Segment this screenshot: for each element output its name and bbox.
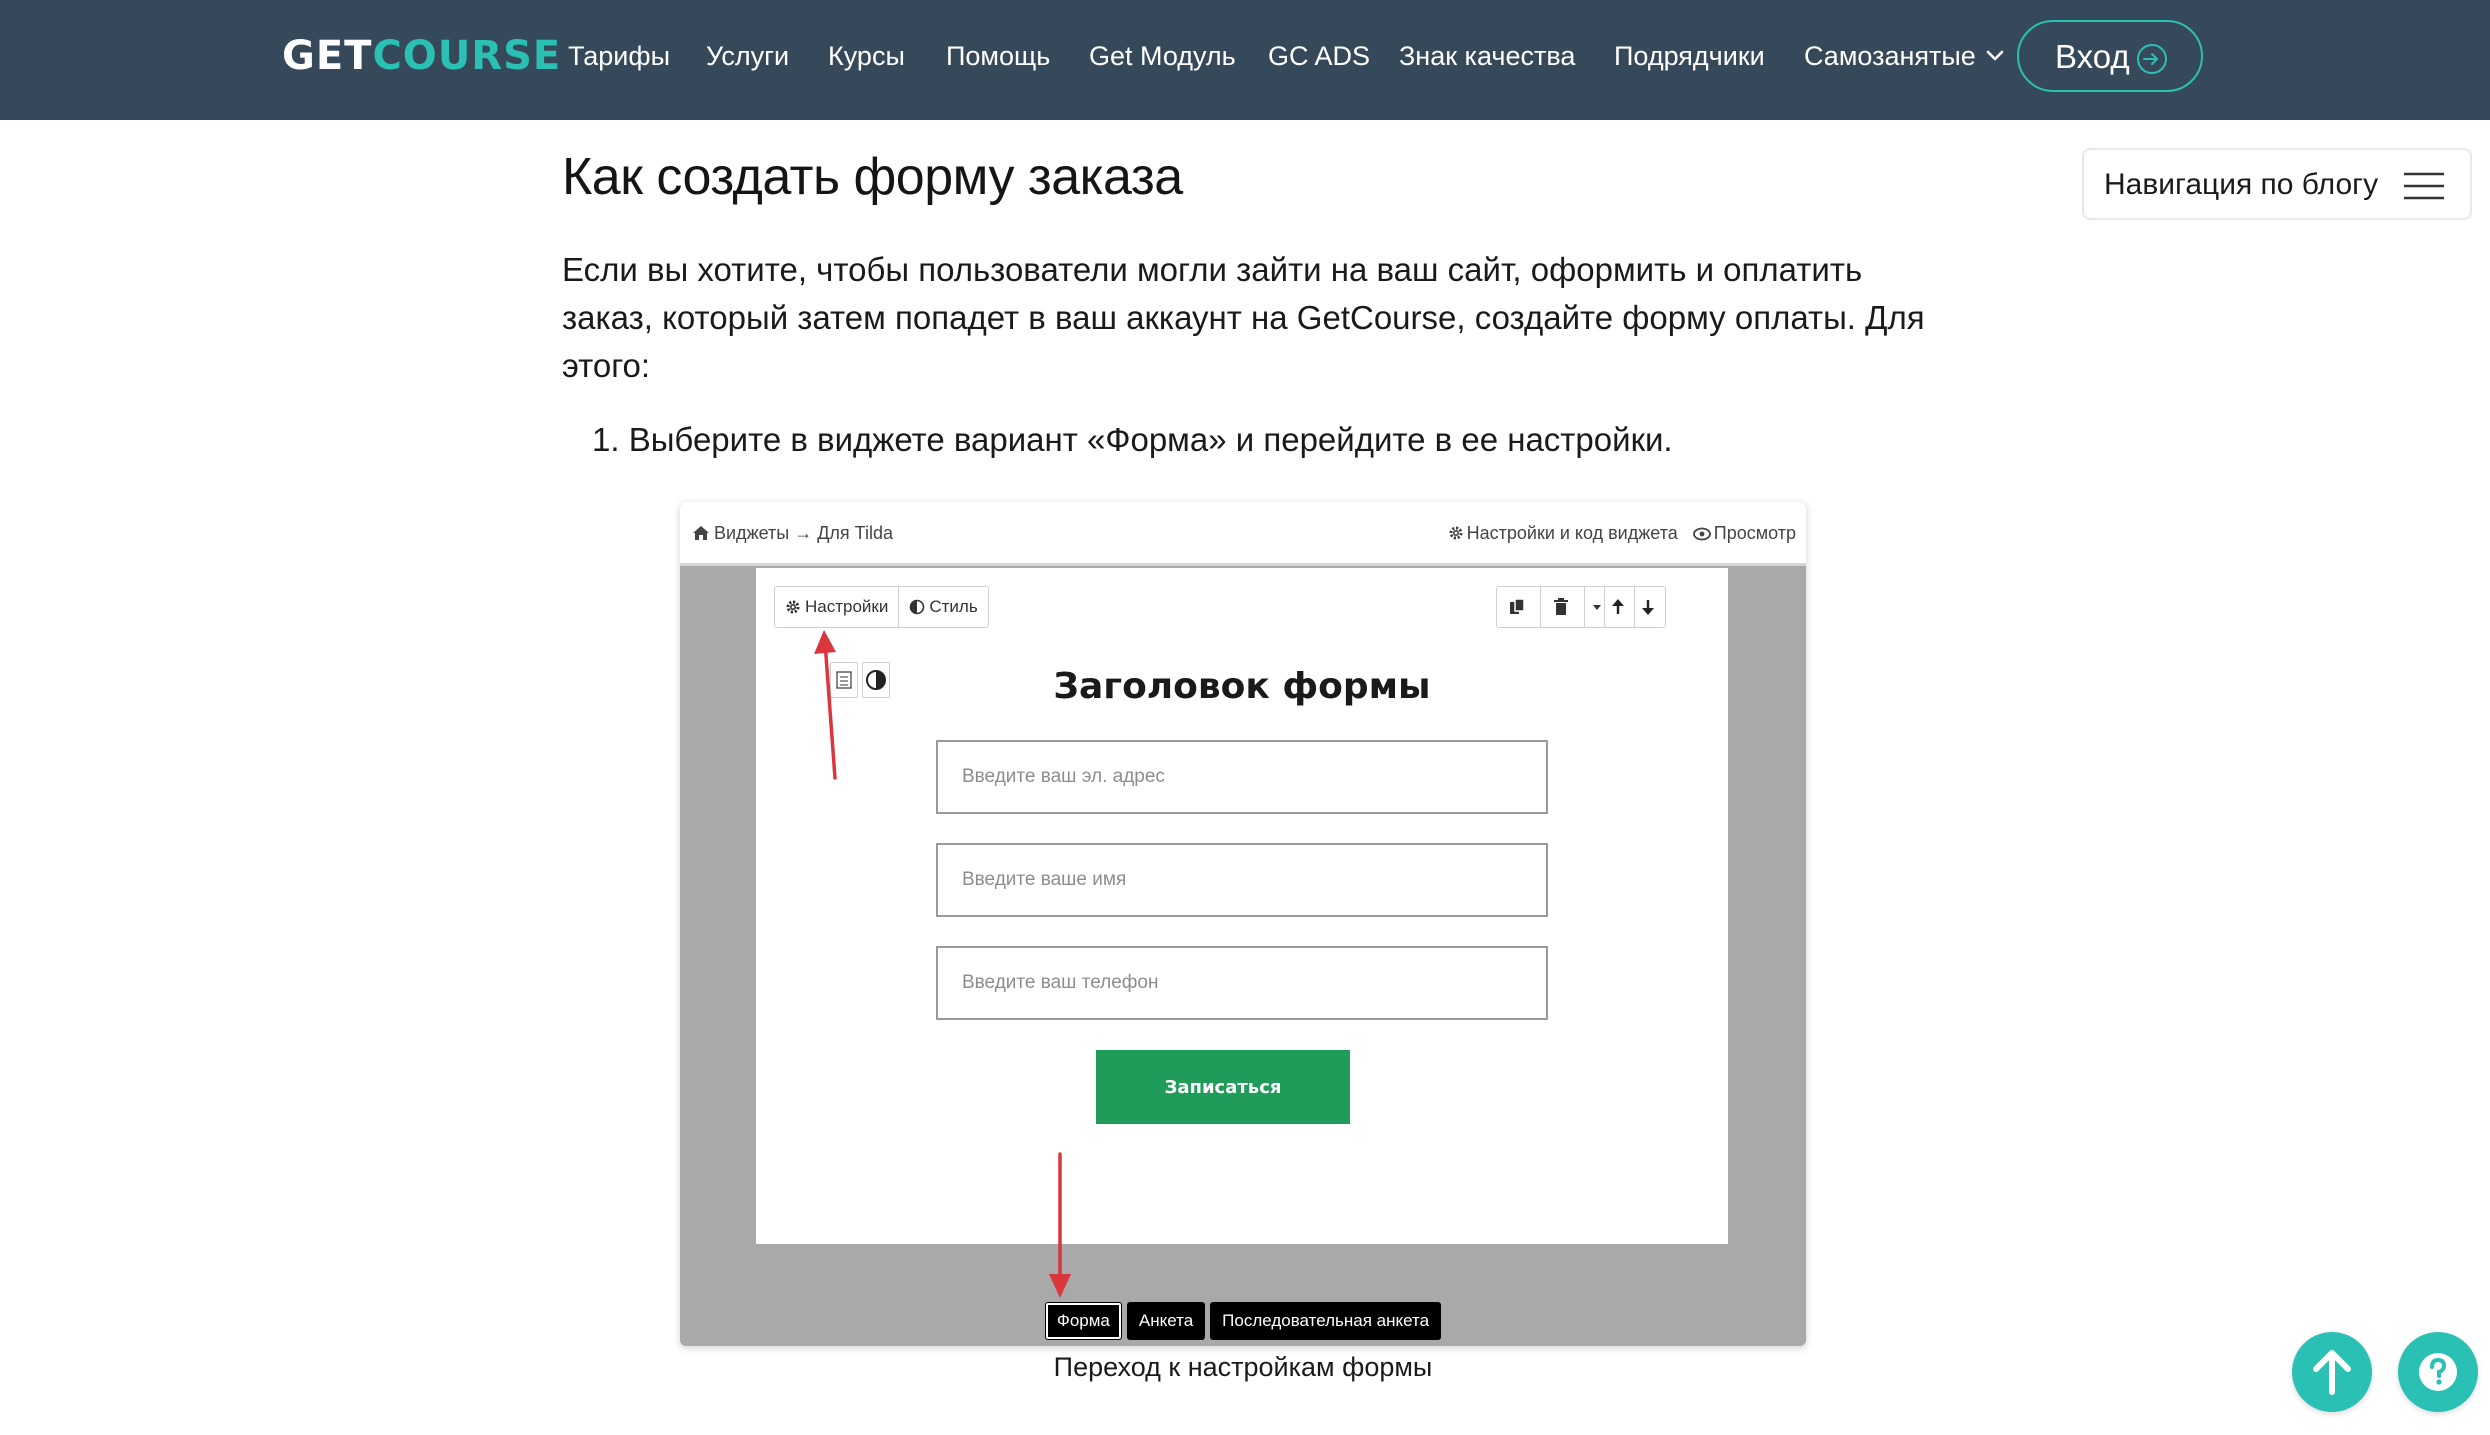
move-up-button[interactable] xyxy=(1605,587,1635,627)
article-intro: Если вы хотите, чтобы пользователи могли… xyxy=(562,246,1925,390)
widget-settings-code-link[interactable]: Настройки и код виджета xyxy=(1448,523,1683,543)
login-arrow-icon xyxy=(2137,44,2167,74)
tab-sequential-questionnaire[interactable]: Последовательная анкета xyxy=(1210,1302,1442,1340)
logo-part-get: GET xyxy=(282,33,373,79)
nav-item-help[interactable]: Помощь xyxy=(946,38,1050,74)
logo-part-course: COURSE xyxy=(372,33,562,79)
contrast-icon xyxy=(910,599,925,615)
blog-navigation-button[interactable]: Навигация по блогу xyxy=(2082,148,2472,220)
nav-item-quality-mark[interactable]: Знак качества xyxy=(1399,38,1575,74)
caret-down-icon xyxy=(1593,605,1601,610)
widget-editor-topbar: Виджеты → Для Tilda Настройки и код видж… xyxy=(680,502,1806,566)
widget-breadcrumb[interactable]: Виджеты → Для Tilda xyxy=(692,522,893,544)
home-icon xyxy=(693,526,709,540)
login-button[interactable]: Вход xyxy=(2017,20,2203,92)
site-header: GETCOURSE Тарифы Услуги Курсы Помощь Get… xyxy=(0,0,2490,120)
intro-line: Если вы хотите, чтобы пользователи могли… xyxy=(562,251,1863,288)
question-icon xyxy=(2419,1353,2457,1391)
copy-icon xyxy=(1509,598,1525,614)
widget-preview-link[interactable]: Просмотр xyxy=(1692,523,1796,543)
nav-item-gc-ads[interactable]: GC ADS xyxy=(1268,38,1370,74)
step-1-text: 1. Выберите в виджете вариант «Форма» и … xyxy=(592,421,1673,458)
style-tab-label: Стиль xyxy=(929,597,978,616)
submit-button[interactable]: Записаться xyxy=(1096,1050,1350,1124)
eye-icon xyxy=(1692,527,1711,541)
name-field[interactable] xyxy=(936,843,1548,917)
article-title: Как создать форму заказа xyxy=(562,148,1183,206)
tab-form[interactable]: Форма xyxy=(1044,1302,1122,1340)
form-title: Заголовок формы xyxy=(1053,666,1431,707)
arrow-up-icon xyxy=(2313,1350,2351,1395)
block-actions-toolbar xyxy=(1496,586,1614,628)
chevron-down-icon[interactable] xyxy=(1985,48,2005,64)
nav-item-services[interactable]: Услуги xyxy=(706,38,789,74)
delete-block-button[interactable] xyxy=(1541,587,1585,627)
style-tab-button[interactable]: Стиль xyxy=(899,587,987,627)
nav-item-self-employed[interactable]: Самозанятые xyxy=(1804,38,1976,74)
hamburger-menu-icon xyxy=(2404,172,2444,200)
settings-tab-button[interactable]: Настройки xyxy=(775,587,900,627)
gear-icon xyxy=(1449,526,1463,540)
nav-item-contractors[interactable]: Подрядчики xyxy=(1614,38,1765,74)
widget-editor-screenshot: Виджеты → Для Tilda Настройки и код видж… xyxy=(680,502,1806,1346)
intro-line: этого: xyxy=(562,347,651,384)
widget-top-links: Настройки и код виджета Просмотр xyxy=(1448,522,1796,544)
widget-settings-code-label: Настройки и код виджета xyxy=(1466,523,1678,543)
widget-breadcrumb-text: Виджеты → Для Tilda xyxy=(714,523,893,543)
arrow-down-icon xyxy=(1642,600,1654,615)
getcourse-logo[interactable]: GETCOURSE xyxy=(282,30,561,82)
nav-item-courses[interactable]: Курсы xyxy=(828,38,905,74)
email-field[interactable] xyxy=(936,740,1548,814)
settings-tab-label: Настройки xyxy=(805,597,889,616)
settings-style-toolbar: Настройки Стиль xyxy=(774,586,989,628)
nav-item-get-module[interactable]: Get Модуль xyxy=(1089,38,1236,74)
figure-caption: Переход к настройкам формы xyxy=(1053,1352,1433,1382)
login-button-label: Вход xyxy=(2055,38,2130,75)
phone-field[interactable] xyxy=(936,946,1548,1020)
arrow-up-icon xyxy=(1611,599,1624,614)
scroll-to-top-button[interactable] xyxy=(2292,1332,2372,1412)
gear-icon xyxy=(786,600,800,614)
widget-preview-label: Просмотр xyxy=(1713,523,1796,543)
widget-type-tabs: Форма Анкета Последовательная анкета xyxy=(680,1302,1806,1340)
widget-canvas: Настройки Стиль Заголовок формы Введите … xyxy=(756,568,1728,1244)
trash-icon xyxy=(1553,598,1568,615)
intro-line: заказ, который затем попадет в ваш аккау… xyxy=(562,299,1925,336)
move-down-button[interactable] xyxy=(1635,587,1665,627)
nav-item-tariffs[interactable]: Тарифы xyxy=(568,38,670,74)
tab-questionnaire[interactable]: Анкета xyxy=(1126,1302,1206,1340)
copy-block-button[interactable] xyxy=(1497,587,1541,627)
move-block-toolbar xyxy=(1604,586,1666,628)
blog-navigation-label: Навигация по блогу xyxy=(2104,168,2379,201)
help-button[interactable] xyxy=(2398,1332,2478,1412)
